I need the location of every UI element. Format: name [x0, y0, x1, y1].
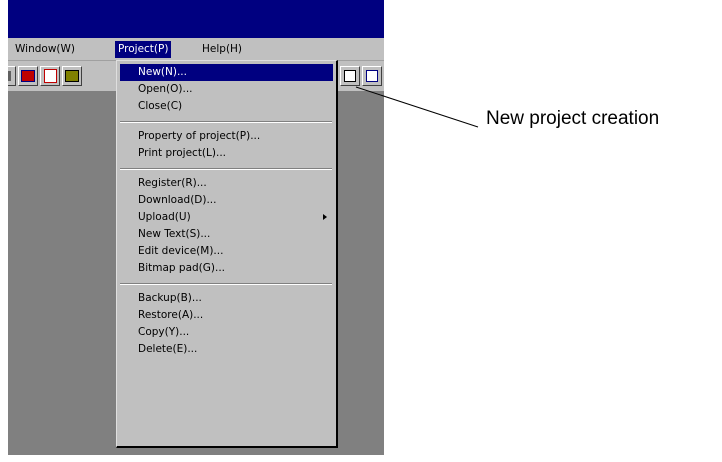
callout-leader-line: [355, 86, 479, 128]
callout-label: New project creation: [486, 108, 660, 129]
